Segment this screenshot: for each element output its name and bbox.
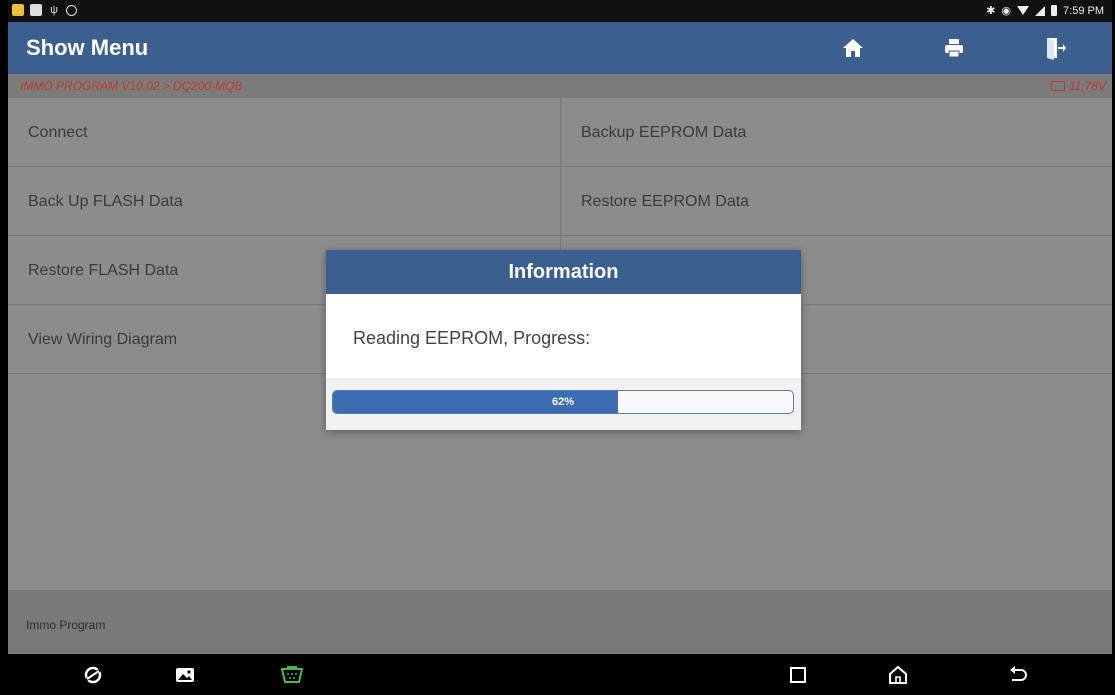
signal-icon [1035,5,1046,16]
gallery-button[interactable] [172,662,198,688]
status-time: 7:59 PM [1063,4,1104,17]
gallery-icon [176,668,194,682]
battery-voltage: 11.78V [1050,79,1106,93]
nav-home-button[interactable] [885,662,911,688]
usb-icon: ψ [50,4,58,16]
browser-icon [84,666,102,684]
notification-icon [12,4,24,16]
footer-bar: Immo Program [8,590,1112,654]
navigation-bar [8,654,1112,695]
menu-row: Back Up FLASH Data Restore EEPROM Data [8,167,1112,236]
exit-button[interactable] [1025,28,1085,68]
battery-icon [1051,5,1058,16]
menu-item-backup-eeprom[interactable]: Backup EEPROM Data [560,98,1112,167]
home-icon [843,39,863,57]
breadcrumb-bar: IMMO PROGRAM V10.02 > DQ200-MQB 11.78V [8,74,1112,98]
settings-icon [66,4,77,16]
recents-icon [790,667,806,683]
print-icon [945,39,963,58]
dialog-title: Information [326,250,801,294]
print-button[interactable] [924,28,984,68]
breadcrumb: IMMO PROGRAM V10.02 > DQ200-MQB [20,79,243,93]
footer-label: Immo Program [26,618,106,632]
image-icon [30,4,42,16]
menu-item-restore-eeprom[interactable]: Restore EEPROM Data [560,167,1112,236]
location-icon: ◉ [1001,5,1012,17]
menu-item-connect[interactable]: Connect [8,98,560,167]
battery-icon [1050,81,1065,91]
dialog-message: Reading EEPROM, Progress: [353,328,591,348]
information-dialog: Information Reading EEPROM, Progress: 62… [326,250,801,430]
obd-connector-icon [280,666,304,683]
status-bar: ψ ✱ ◉ 7:59 PM [8,0,1112,22]
recents-button[interactable] [785,662,811,688]
home-button[interactable] [823,28,883,68]
browser-button[interactable] [80,662,106,688]
back-button[interactable] [1005,662,1031,688]
menu-row: Connect Backup EEPROM Data [8,98,1112,167]
wifi-icon [1017,6,1030,15]
obd-connector-button[interactable] [279,662,305,688]
app-header: Show Menu [8,22,1112,74]
bluetooth-icon: ✱ [986,5,996,17]
exit-icon [1047,38,1066,60]
voltage-value: 11.78V [1068,79,1106,93]
app-frame: ψ ✱ ◉ 7:59 PM Show Menu IMMO PROGRAM V10… [8,0,1112,695]
back-icon [1010,666,1027,681]
status-right: ✱ ◉ 7:59 PM [986,4,1104,18]
status-left: ψ [12,4,77,16]
page-title: Show Menu [26,35,149,60]
progress-bar: 62% [332,390,794,414]
progress-label: 62% [551,396,575,408]
home-icon [889,665,907,684]
menu-item-backup-flash[interactable]: Back Up FLASH Data [8,167,560,236]
dialog-progress-area: 62% [326,378,801,430]
